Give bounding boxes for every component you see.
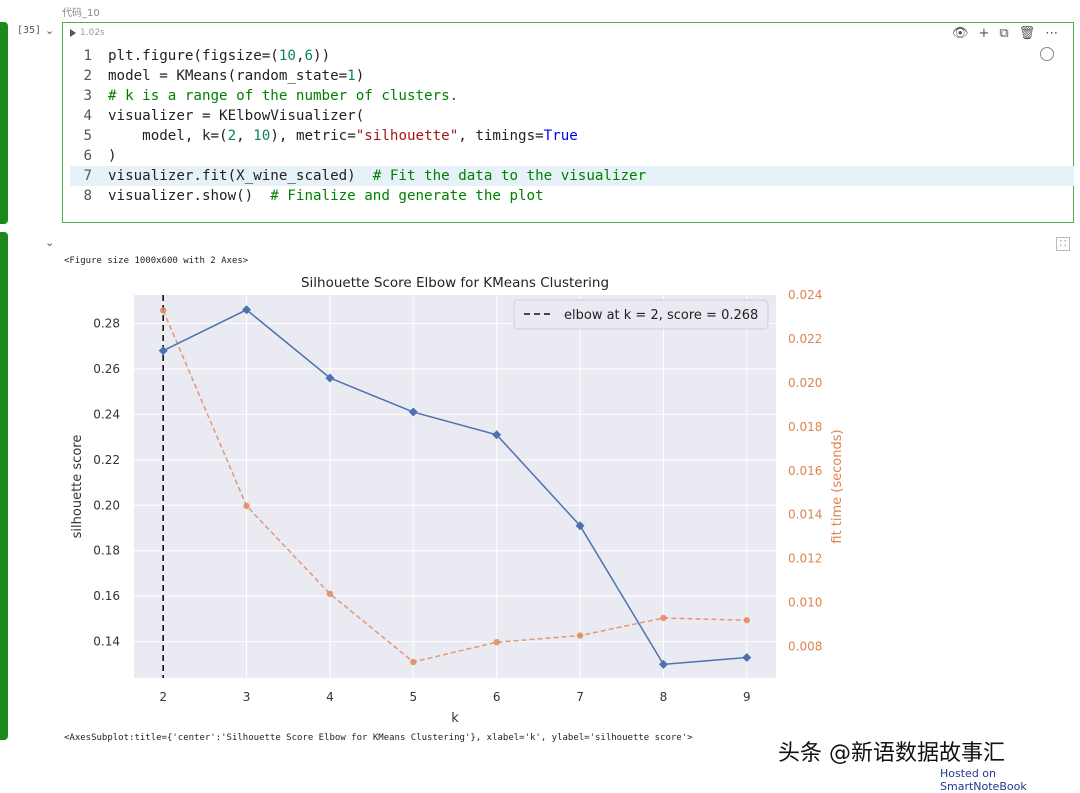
y2-tick-label: 0.010 (788, 596, 822, 610)
cell-status-bar (0, 22, 8, 224)
x-tick-label: 2 (159, 690, 167, 704)
run-cell-icon[interactable] (70, 29, 76, 37)
y-tick-label: 0.18 (93, 544, 120, 558)
elbow-chart: 2 3 4 5 6 7 8 9 0.14 0.16 0.18 0.20 0.22 0.24 0.26 0.28… (70, 275, 845, 726)
x-tick-label: 6 (493, 690, 501, 704)
fit-time-point (243, 502, 250, 510)
y2-tick-label: 0.012 (788, 552, 822, 566)
y2-tick-label: 0.016 (788, 464, 822, 478)
y2-tick-label: 0.018 (788, 420, 822, 434)
x-tick-label: 4 (326, 690, 334, 704)
chart-title: Silhouette Score Elbow for KMeans Cluste… (301, 275, 609, 291)
y-tick-label: 0.22 (93, 453, 120, 467)
code-line[interactable]: 1 plt.figure(figsize=(10,6)) (70, 46, 1074, 66)
run-info: 1.02s (70, 28, 105, 38)
collapse-output-chevron-icon[interactable]: ⌄ (45, 236, 54, 249)
code-line[interactable]: 6) (70, 146, 1074, 166)
y2-tick-label: 0.022 (788, 332, 822, 346)
line-number: 3 (83, 88, 92, 104)
line-number: 6 (83, 148, 92, 164)
execution-count: [35] (17, 25, 42, 36)
y-tick-label: 0.20 (93, 498, 120, 512)
fit-time-point (159, 307, 167, 314)
code-line[interactable]: 8 visualizer.show() # Finalize and genera… (70, 186, 1074, 206)
x-axis-label: k (451, 711, 459, 726)
axes-repr-text: <AxesSubplot:title={'center':'Silhouette… (64, 733, 693, 743)
code-line[interactable]: 5 model, k=(2, 10), metric="silhouette",… (70, 126, 1074, 146)
code-line[interactable]: 3 # k is a range of the number of cluster… (70, 86, 1074, 106)
watermark: 头条 @新语数据故事汇 (778, 741, 1005, 766)
line-number: 7 (83, 168, 92, 184)
cell-title: 代码_10 (62, 8, 100, 19)
copy-icon[interactable]: ⧉ (999, 26, 1008, 41)
x-tick-label: 8 (660, 690, 668, 704)
figure-size-text: <Figure size 1000x600 with 2 Axes> (64, 256, 249, 266)
line-number: 5 (83, 128, 92, 144)
x-tick-label: 5 (409, 690, 417, 704)
x-tick-label: 9 (743, 690, 751, 704)
y2-tick-label: 0.024 (788, 288, 822, 302)
more-icon[interactable]: ⋯ (1045, 26, 1058, 41)
view-icon[interactable]: 👁 (952, 26, 969, 41)
y-axis-label: silhouette score (70, 435, 85, 539)
y2-axis-label: fit time (seconds) (830, 429, 845, 543)
code-line[interactable]: 7 visualizer.fit(X_wine_scaled) # Fit the… (70, 166, 1074, 186)
y-tick-label: 0.14 (93, 635, 120, 649)
line-number: 2 (83, 68, 92, 84)
line-number: 4 (83, 108, 92, 124)
x-tick-label: 3 (243, 690, 251, 704)
y2-tick-label: 0.008 (788, 640, 822, 654)
collapse-input-chevron-icon[interactable]: ⌄ (45, 24, 54, 37)
add-icon[interactable]: + (979, 26, 990, 41)
fit-time-point (410, 658, 417, 666)
fit-time-point (743, 617, 751, 624)
y2-tick-label: 0.020 (788, 376, 822, 390)
y2-tick-label: 0.014 (788, 508, 822, 522)
line-number: 8 (83, 188, 92, 204)
run-time: 1.02s (80, 28, 105, 38)
y-tick-label: 0.16 (93, 589, 120, 603)
fit-time-point (576, 632, 584, 639)
fit-time-point (326, 590, 334, 598)
output-expand-icon[interactable]: ⛶ (1056, 237, 1070, 251)
cell-toolbar: 👁 + ⧉ 🗑 ⋯ (952, 26, 1058, 41)
plot-area (134, 295, 776, 678)
code-line[interactable]: 2 model = KMeans(random_state=1) (70, 66, 1074, 86)
code-line[interactable]: 4 visualizer = KElbowVisualizer( (70, 106, 1074, 126)
fit-time-point (493, 638, 500, 646)
delete-icon[interactable]: 🗑 (1019, 26, 1036, 41)
fit-time-point (660, 614, 667, 622)
y-tick-label: 0.26 (93, 362, 120, 376)
legend-label: elbow at k = 2, score = 0.268 (564, 308, 758, 323)
y-tick-label: 0.24 (93, 407, 120, 421)
hosted-on-link[interactable]: Hosted on SmartNoteBook (940, 767, 1080, 793)
x-tick-label: 7 (576, 690, 584, 704)
y-tick-label: 0.28 (93, 316, 120, 330)
line-number: 1 (83, 48, 92, 64)
